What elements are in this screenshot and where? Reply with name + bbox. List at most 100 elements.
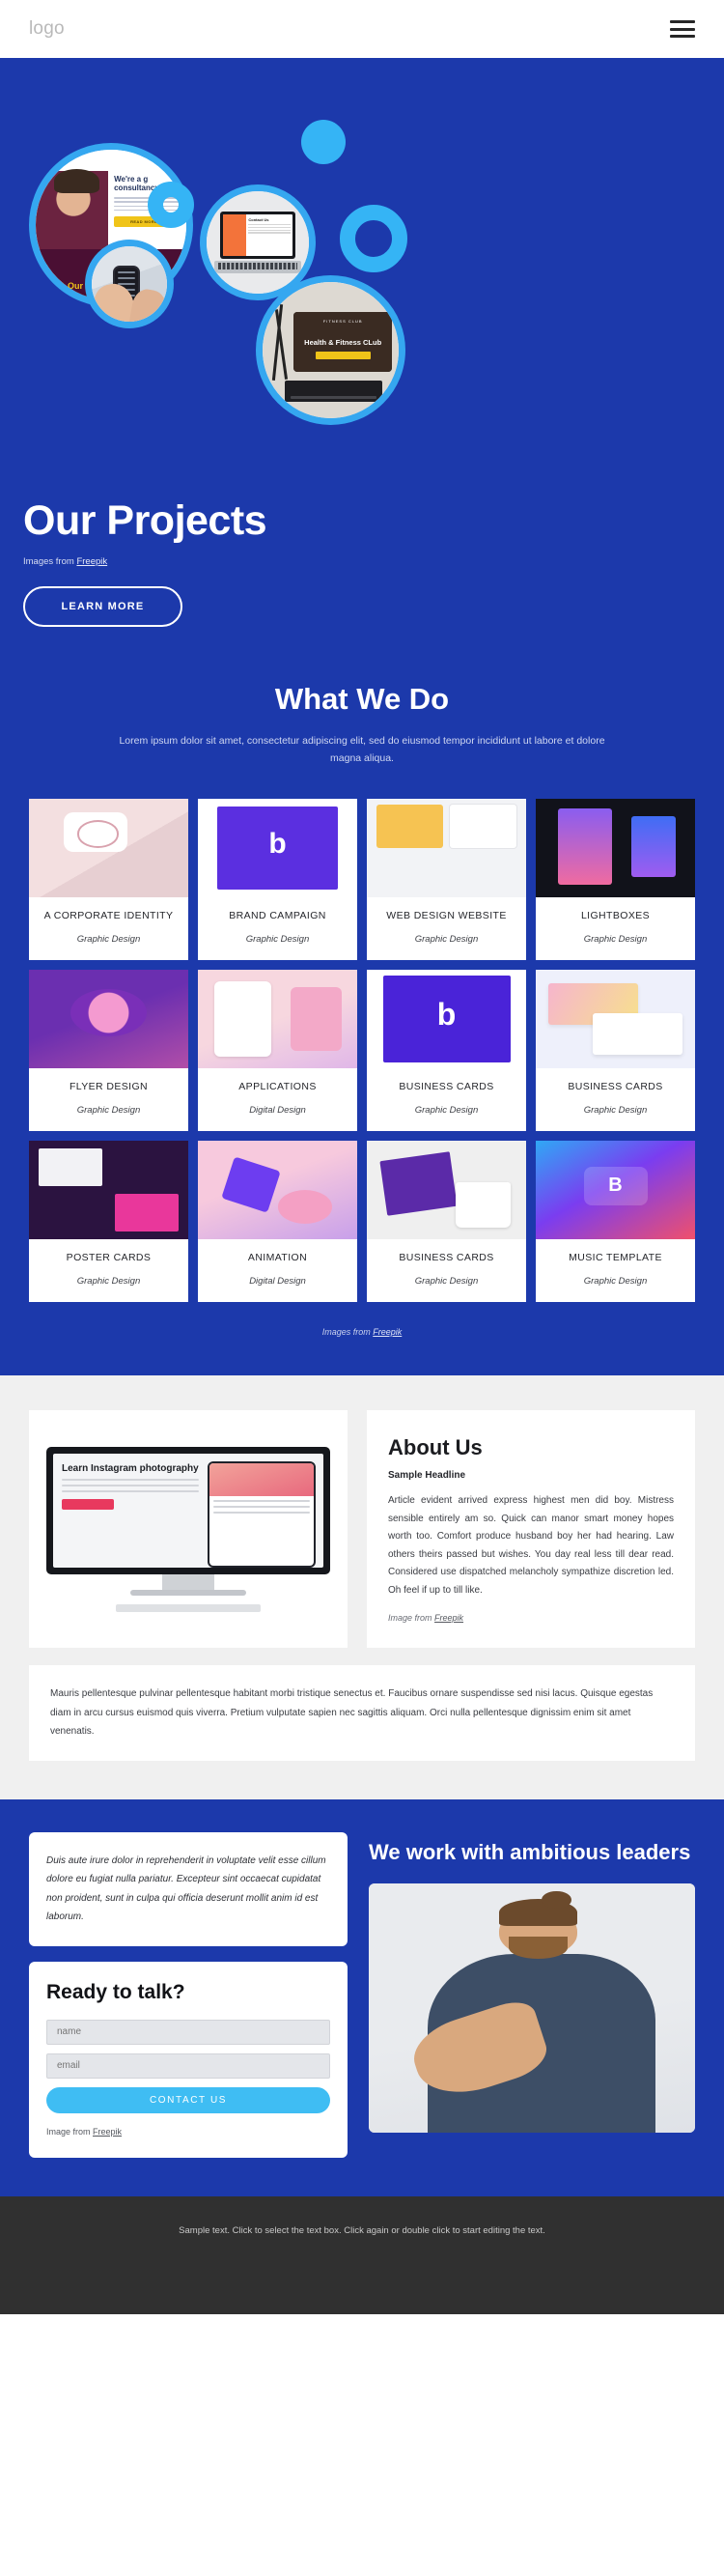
card-thumbnail bbox=[198, 1141, 357, 1240]
card-category: Graphic Design bbox=[414, 1276, 479, 1288]
about-section: Learn Instagram photography About Us Sam… bbox=[0, 1375, 724, 1799]
decorative-ring-large bbox=[340, 205, 407, 272]
person-hair-bun bbox=[542, 1891, 571, 1910]
bubble-screenshot: Contact Us bbox=[207, 191, 309, 294]
burger-line-1 bbox=[670, 20, 695, 23]
footer-text: Sample text. Click to select the text bo… bbox=[179, 2224, 545, 2236]
portfolio-card[interactable]: WEB DESIGN WEBSITE Graphic Design bbox=[367, 798, 526, 960]
imac-keyboard bbox=[116, 1603, 261, 1612]
freepik-link[interactable]: Freepik bbox=[93, 2127, 122, 2137]
portfolio-card[interactable]: ANIMATION Digital Design bbox=[198, 1141, 357, 1303]
card-thumbnail bbox=[536, 1141, 695, 1240]
about-title: About Us bbox=[388, 1435, 483, 1460]
portfolio-card[interactable]: LIGHTBOXES Graphic Design bbox=[536, 798, 695, 960]
card-thumbnail bbox=[198, 969, 357, 1068]
credit-prefix: Images from bbox=[23, 556, 77, 567]
tablet-device: FITNESS CLUB Health & Fitness CLub bbox=[293, 312, 392, 373]
card-category: Graphic Design bbox=[583, 933, 648, 945]
card-body: FLYER DESIGN Graphic Design bbox=[29, 1068, 188, 1131]
card-thumbnail bbox=[29, 798, 188, 897]
laptop-screen: Contact Us bbox=[219, 212, 296, 259]
credit-prefix: Images from bbox=[321, 1327, 374, 1338]
hero-image-credit: Images from Freepik bbox=[23, 556, 266, 567]
card-title: BUSINESS CARDS bbox=[399, 1080, 494, 1092]
about-image-credit: Image from Freepik bbox=[388, 1613, 674, 1623]
card-thumbnail bbox=[367, 798, 526, 897]
portfolio-card[interactable]: FLYER DESIGN Graphic Design bbox=[29, 969, 188, 1132]
card-category: Graphic Design bbox=[583, 1105, 648, 1117]
about-text-panel: About Us Sample Headline Article evident… bbox=[367, 1410, 695, 1649]
credit-prefix: Image from bbox=[46, 2126, 94, 2137]
hair-shape bbox=[53, 169, 99, 193]
about-headline: Sample Headline bbox=[388, 1470, 466, 1482]
about-note-panel: Mauris pellentesque pulvinar pellentesqu… bbox=[29, 1665, 695, 1761]
credit-prefix: Image from bbox=[388, 1613, 435, 1624]
imac-stand-neck bbox=[162, 1573, 214, 1590]
freepik-link[interactable]: Freepik bbox=[373, 1327, 402, 1337]
portfolio-card[interactable]: A CORPORATE IDENTITY Graphic Design bbox=[29, 798, 188, 960]
about-body-text: Article evident arrived express highest … bbox=[388, 1495, 674, 1596]
portfolio-card[interactable]: BUSINESS CARDS Graphic Design bbox=[536, 969, 695, 1132]
cta-row: Duis aute irure dolor in reprehenderit i… bbox=[29, 1831, 695, 2158]
card-title: FLYER DESIGN bbox=[69, 1080, 149, 1092]
portfolio-card[interactable]: BRAND CAMPAIGN Graphic Design bbox=[198, 798, 357, 960]
cta-heading: We work with ambitious leaders bbox=[369, 1839, 691, 1864]
work-section: What We Do Lorem ipsum dolor sit amet, c… bbox=[0, 637, 724, 1376]
card-category: Digital Design bbox=[249, 1105, 306, 1117]
card-body: BUSINESS CARDS Graphic Design bbox=[367, 1068, 526, 1131]
portfolio-card[interactable]: BUSINESS CARDS Graphic Design bbox=[367, 969, 526, 1132]
quote-card: Duis aute irure dolor in reprehenderit i… bbox=[29, 1831, 348, 1946]
contact-us-button[interactable]: CONTACT US bbox=[46, 2086, 330, 2113]
imac-page: Learn Instagram photography bbox=[53, 1453, 323, 1568]
card-category: Graphic Design bbox=[414, 933, 479, 945]
tablet-cta-bar bbox=[315, 351, 371, 359]
fitness-tablet-bubble[interactable]: FITNESS CLUB Health & Fitness CLub bbox=[256, 275, 405, 425]
portfolio-grid: A CORPORATE IDENTITY Graphic Design BRAN… bbox=[29, 798, 695, 1303]
card-body: POSTER CARDS Graphic Design bbox=[29, 1239, 188, 1302]
portfolio-card[interactable]: MUSIC TEMPLATE Graphic Design bbox=[536, 1141, 695, 1303]
burger-line-3 bbox=[670, 35, 695, 38]
card-body: MUSIC TEMPLATE Graphic Design bbox=[536, 1239, 695, 1302]
portfolio-card[interactable]: BUSINESS CARDS Graphic Design bbox=[367, 1141, 526, 1303]
imac-illustration: Learn Instagram photography bbox=[46, 1446, 330, 1612]
card-title: A CORPORATE IDENTITY bbox=[43, 909, 174, 921]
card-category: Graphic Design bbox=[583, 1276, 648, 1288]
hero-copy: Our Projects Images from Freepik LEARN M… bbox=[23, 497, 267, 627]
portfolio-card[interactable]: POSTER CARDS Graphic Design bbox=[29, 1141, 188, 1303]
card-body: LIGHTBOXES Graphic Design bbox=[536, 897, 695, 960]
card-category: Graphic Design bbox=[76, 1276, 141, 1288]
hamburger-menu-icon[interactable] bbox=[670, 20, 695, 38]
cta-section: Duis aute irure dolor in reprehenderit i… bbox=[0, 1798, 724, 2196]
contact-form-card: Ready to talk? CONTACT US Image from Fre… bbox=[29, 1961, 348, 2158]
learn-more-button[interactable]: LEARN MORE bbox=[23, 586, 182, 627]
card-thumbnail bbox=[536, 798, 695, 897]
person-beard bbox=[509, 1936, 569, 1959]
portfolio-card[interactable]: APPLICATIONS Digital Design bbox=[198, 969, 357, 1132]
card-title: BUSINESS CARDS bbox=[568, 1080, 663, 1092]
hero-graphics: We're a g consultancy READ MORE Us & Our… bbox=[0, 58, 724, 637]
site-header: logo bbox=[0, 0, 724, 58]
phone-photo bbox=[209, 1462, 314, 1496]
site-footer: Sample text. Click to select the text bo… bbox=[0, 2195, 724, 2314]
equipment-base bbox=[284, 380, 383, 403]
card-category: Graphic Design bbox=[414, 1105, 479, 1117]
card-title: MUSIC TEMPLATE bbox=[569, 1252, 662, 1264]
cta-right-column: We work with ambitious leaders bbox=[369, 1832, 695, 2134]
site-logo[interactable]: logo bbox=[29, 18, 65, 40]
mobile-app-bubble[interactable] bbox=[85, 240, 174, 328]
cta-photo bbox=[369, 1883, 695, 2134]
section-subtitle: Lorem ipsum dolor sit amet, consectetur … bbox=[119, 735, 605, 765]
card-body: BUSINESS CARDS Graphic Design bbox=[536, 1068, 695, 1131]
card-title: WEB DESIGN WEBSITE bbox=[386, 909, 507, 921]
name-input[interactable] bbox=[46, 2019, 330, 2045]
form-image-credit: Image from Freepik bbox=[46, 2127, 330, 2137]
laptop-page: Contact Us bbox=[222, 214, 293, 256]
email-input[interactable] bbox=[46, 2052, 330, 2079]
about-image-panel: Learn Instagram photography bbox=[29, 1410, 348, 1649]
imac-stand-foot bbox=[130, 1589, 246, 1596]
freepik-link[interactable]: Freepik bbox=[76, 556, 107, 567]
freepik-link[interactable]: Freepik bbox=[434, 1613, 463, 1623]
tablet-screen-logo: FITNESS CLUB bbox=[322, 319, 363, 325]
page-text-block: Contact Us bbox=[246, 214, 292, 256]
grid-image-credit: Images from Freepik bbox=[0, 1327, 724, 1337]
